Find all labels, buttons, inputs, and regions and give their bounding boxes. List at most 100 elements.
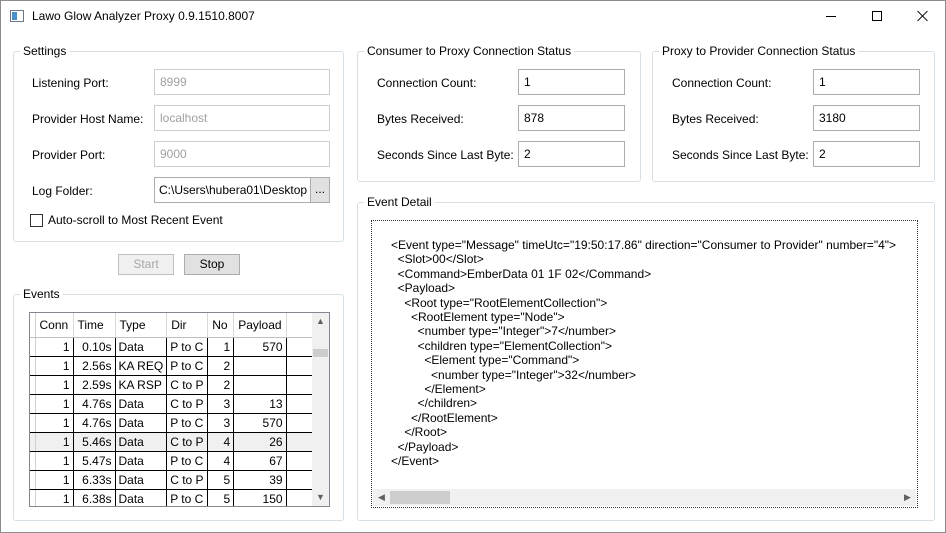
listening-port-field[interactable]: 8999 bbox=[154, 69, 330, 95]
cell-conn[interactable]: 1 bbox=[35, 337, 74, 357]
scroll-left-icon[interactable]: ◀ bbox=[373, 489, 390, 506]
cell-payload[interactable] bbox=[233, 356, 287, 376]
events-grid[interactable]: Conn Time Type Dir No Payload 1 0.10s Data… bbox=[29, 312, 330, 507]
table-row[interactable]: 1 6.38s Data P to C 5 150 bbox=[30, 489, 323, 506]
cell-dir[interactable]: C to P bbox=[166, 375, 209, 395]
column-header-no[interactable]: No bbox=[207, 313, 235, 338]
event-detail-scroll-thumb[interactable] bbox=[390, 491, 450, 504]
cell-conn[interactable]: 1 bbox=[35, 489, 74, 506]
cell-conn[interactable]: 1 bbox=[35, 394, 74, 414]
cell-type[interactable]: Data bbox=[115, 337, 168, 357]
start-button[interactable]: Start bbox=[118, 254, 174, 275]
autoscroll-label[interactable]: Auto-scroll to Most Recent Event bbox=[48, 213, 223, 227]
browse-log-folder-button[interactable]: ... bbox=[310, 177, 330, 203]
events-body: 1 0.10s Data P to C 1 570 1 2.56s KA REQ P to C21… bbox=[30, 337, 323, 506]
provider-seconds-field[interactable]: 2 bbox=[813, 141, 920, 167]
cell-time[interactable]: 2.59s bbox=[73, 375, 116, 395]
cell-time[interactable]: 2.56s bbox=[73, 356, 116, 376]
table-row[interactable]: 1 0.10s Data P to C 1 570 bbox=[30, 337, 323, 357]
cell-dir[interactable]: P to C bbox=[166, 489, 209, 506]
cell-conn[interactable]: 1 bbox=[35, 356, 74, 376]
cell-dir[interactable]: P to C bbox=[166, 337, 209, 357]
cell-dir[interactable]: P to C bbox=[166, 413, 209, 433]
cell-payload[interactable]: 67 bbox=[233, 451, 287, 471]
consumer-seconds-field[interactable]: 2 bbox=[518, 141, 625, 167]
scroll-up-icon[interactable]: ▲ bbox=[312, 313, 329, 330]
log-folder-field[interactable]: C:\Users\hubera01\Desktop bbox=[154, 177, 311, 203]
cell-no[interactable]: 2 bbox=[207, 356, 235, 376]
cell-dir[interactable]: P to C bbox=[166, 356, 209, 376]
stop-button[interactable]: Stop bbox=[184, 254, 240, 275]
cell-time[interactable]: 5.47s bbox=[73, 451, 116, 471]
cell-no[interactable]: 2 bbox=[207, 375, 235, 395]
close-button[interactable] bbox=[900, 1, 946, 31]
maximize-button[interactable] bbox=[854, 1, 900, 31]
cell-time[interactable]: 4.76s bbox=[73, 413, 116, 433]
cell-dir[interactable]: P to C bbox=[166, 451, 209, 471]
cell-no[interactable]: 5 bbox=[207, 470, 235, 490]
table-row[interactable]: 1 2.59s KA RSP C to P2 bbox=[30, 375, 323, 395]
consumer-connection-count-field[interactable]: 1 bbox=[518, 69, 625, 95]
cell-conn[interactable]: 1 bbox=[35, 451, 74, 471]
cell-type[interactable]: Data bbox=[115, 432, 168, 452]
cell-time[interactable]: 6.38s bbox=[73, 489, 116, 506]
cell-type[interactable]: Data bbox=[115, 470, 168, 490]
cell-type[interactable]: Data bbox=[115, 413, 168, 433]
cell-no[interactable]: 4 bbox=[207, 432, 235, 452]
cell-no[interactable]: 4 bbox=[207, 451, 235, 471]
cell-payload[interactable]: 570 bbox=[233, 337, 287, 357]
cell-payload[interactable]: 570 bbox=[233, 413, 287, 433]
minimize-button[interactable] bbox=[808, 1, 854, 31]
consumer-bytes-received-field[interactable]: 878 bbox=[518, 105, 625, 131]
cell-no[interactable]: 5 bbox=[207, 489, 235, 506]
cell-no[interactable]: 3 bbox=[207, 413, 235, 433]
column-header-dir[interactable]: Dir bbox=[166, 313, 209, 338]
cell-payload[interactable]: 150 bbox=[233, 489, 287, 506]
cell-type[interactable]: KA RSP bbox=[115, 375, 168, 395]
cell-no[interactable]: 1 bbox=[207, 337, 235, 357]
cell-payload[interactable] bbox=[233, 375, 287, 395]
title-bar[interactable]: Lawo Glow Analyzer Proxy 0.9.1510.8007 bbox=[1, 1, 945, 31]
column-header-time[interactable]: Time bbox=[73, 313, 116, 338]
provider-connection-count-field[interactable]: 1 bbox=[813, 69, 920, 95]
cell-dir[interactable]: C to P bbox=[166, 432, 209, 452]
cell-type[interactable]: Data bbox=[115, 489, 168, 506]
cell-conn[interactable]: 1 bbox=[35, 413, 74, 433]
cell-time[interactable]: 6.33s bbox=[73, 470, 116, 490]
table-row[interactable]: 1 4.76s Data C to P 3 13 bbox=[30, 394, 323, 414]
table-row[interactable]: 1 2.56s KA REQ P to C2 bbox=[30, 356, 323, 376]
cell-payload[interactable]: 13 bbox=[233, 394, 287, 414]
autoscroll-checkbox[interactable] bbox=[30, 214, 43, 227]
cell-type[interactable]: Data bbox=[115, 451, 168, 471]
cell-type[interactable]: KA REQ bbox=[115, 356, 168, 376]
provider-bytes-received-field[interactable]: 3180 bbox=[813, 105, 920, 131]
event-detail-viewer[interactable]: <Event type="Message" timeUtc="19:50:17.… bbox=[371, 220, 918, 508]
cell-conn[interactable]: 1 bbox=[35, 375, 74, 395]
table-row[interactable]: 1 6.33s Data C to P 5 39 bbox=[30, 470, 323, 490]
cell-time[interactable]: 0.10s bbox=[73, 337, 116, 357]
scroll-down-icon[interactable]: ▼ bbox=[312, 489, 329, 506]
cell-time[interactable]: 5.46s bbox=[73, 432, 116, 452]
table-row[interactable]: 1 5.47s Data P to C 4 67 bbox=[30, 451, 323, 471]
column-header-type[interactable]: Type bbox=[115, 313, 168, 338]
events-header-row: Conn Time Type Dir No Payload bbox=[30, 313, 323, 338]
events-vertical-scrollbar[interactable]: ▲ ▼ bbox=[312, 313, 329, 506]
column-header-conn[interactable]: Conn bbox=[35, 313, 74, 338]
event-detail-horizontal-scrollbar[interactable]: ◀ ▶ bbox=[373, 489, 916, 506]
scroll-right-icon[interactable]: ▶ bbox=[899, 489, 916, 506]
provider-port-field[interactable]: 9000 bbox=[154, 141, 330, 167]
table-row[interactable]: 1 4.76s Data P to C 3 570 bbox=[30, 413, 323, 433]
cell-no[interactable]: 3 bbox=[207, 394, 235, 414]
events-scroll-thumb[interactable] bbox=[313, 349, 328, 357]
cell-dir[interactable]: C to P bbox=[166, 470, 209, 490]
table-row[interactable]: 1 5.46s Data C to P 4 26 bbox=[30, 432, 323, 452]
cell-time[interactable]: 4.76s bbox=[73, 394, 116, 414]
cell-type[interactable]: Data bbox=[115, 394, 168, 414]
column-header-payload[interactable]: Payload bbox=[233, 313, 287, 338]
cell-payload[interactable]: 39 bbox=[233, 470, 287, 490]
cell-conn[interactable]: 1 bbox=[35, 470, 74, 490]
cell-payload[interactable]: 26 bbox=[233, 432, 287, 452]
cell-conn[interactable]: 1 bbox=[35, 432, 74, 452]
cell-dir[interactable]: C to P bbox=[166, 394, 209, 414]
provider-host-field[interactable]: localhost bbox=[154, 105, 330, 131]
